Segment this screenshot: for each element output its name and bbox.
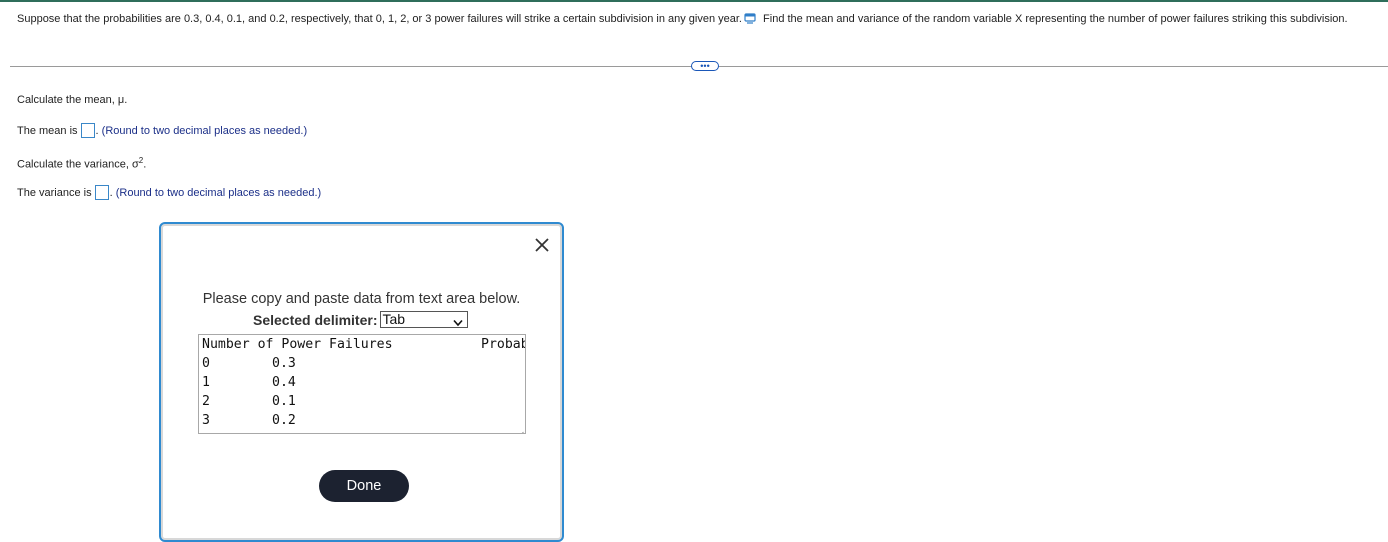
- variance-answer-row: The variance is. (Round to two decimal p…: [17, 185, 321, 200]
- probability-value: 0.3: [272, 356, 296, 371]
- mean-label: The mean is: [17, 125, 78, 137]
- column-header-probability: Probab: [481, 337, 526, 352]
- variance-suffix: .: [109, 187, 113, 199]
- chevron-down-icon: [452, 315, 463, 330]
- question-text: Suppose that the probabilities are 0.3, …: [17, 11, 1377, 29]
- data-text-area[interactable]: Number of Power Failures Probab 0 0.3 1 …: [198, 334, 526, 434]
- question-part-2: Find the mean and variance of the random…: [763, 13, 1348, 25]
- resize-handle-icon[interactable]: [517, 425, 524, 433]
- top-accent-bar: [0, 0, 1388, 2]
- failures-value: 0: [202, 356, 210, 371]
- variance-prompt-text: Calculate the variance, σ: [17, 158, 139, 171]
- variance-hint: (Round to two decimal places as needed.): [115, 187, 322, 199]
- done-button[interactable]: Done: [319, 470, 409, 502]
- mean-input[interactable]: [80, 123, 95, 138]
- data-popup: Please copy and paste data from text are…: [159, 222, 564, 542]
- data-table-icon[interactable]: [744, 13, 756, 29]
- probability-value: 0.1: [272, 394, 296, 409]
- mean-hint: (Round to two decimal places as needed.): [101, 125, 308, 137]
- failures-value: 3: [202, 413, 210, 428]
- delimiter-row: Selected delimiter: Tab: [253, 311, 468, 328]
- question-part-1: Suppose that the probabilities are 0.3, …: [17, 13, 742, 25]
- variance-label: The variance is: [17, 187, 92, 199]
- column-header-failures: Number of Power Failures: [202, 337, 393, 352]
- variance-input[interactable]: [94, 185, 109, 200]
- delimiter-label: Selected delimiter:: [253, 311, 378, 328]
- delimiter-value: Tab: [382, 311, 406, 327]
- variance-prompt-end: .: [143, 158, 147, 171]
- failures-value: 1: [202, 375, 210, 390]
- mean-answer-row: The mean is. (Round to two decimal place…: [17, 123, 307, 138]
- probability-value: 0.2: [272, 413, 296, 428]
- delimiter-select[interactable]: Tab: [379, 311, 468, 330]
- failures-value: 2: [202, 394, 210, 409]
- probability-value: 0.4: [272, 375, 296, 390]
- mean-prompt: Calculate the mean, μ.: [17, 94, 128, 106]
- mean-suffix: .: [95, 125, 99, 137]
- popup-instruction: Please copy and paste data from text are…: [202, 291, 521, 307]
- variance-prompt: Calculate the variance, σ2.: [17, 154, 146, 172]
- more-options-button[interactable]: •••: [691, 61, 719, 71]
- close-icon[interactable]: [533, 236, 551, 254]
